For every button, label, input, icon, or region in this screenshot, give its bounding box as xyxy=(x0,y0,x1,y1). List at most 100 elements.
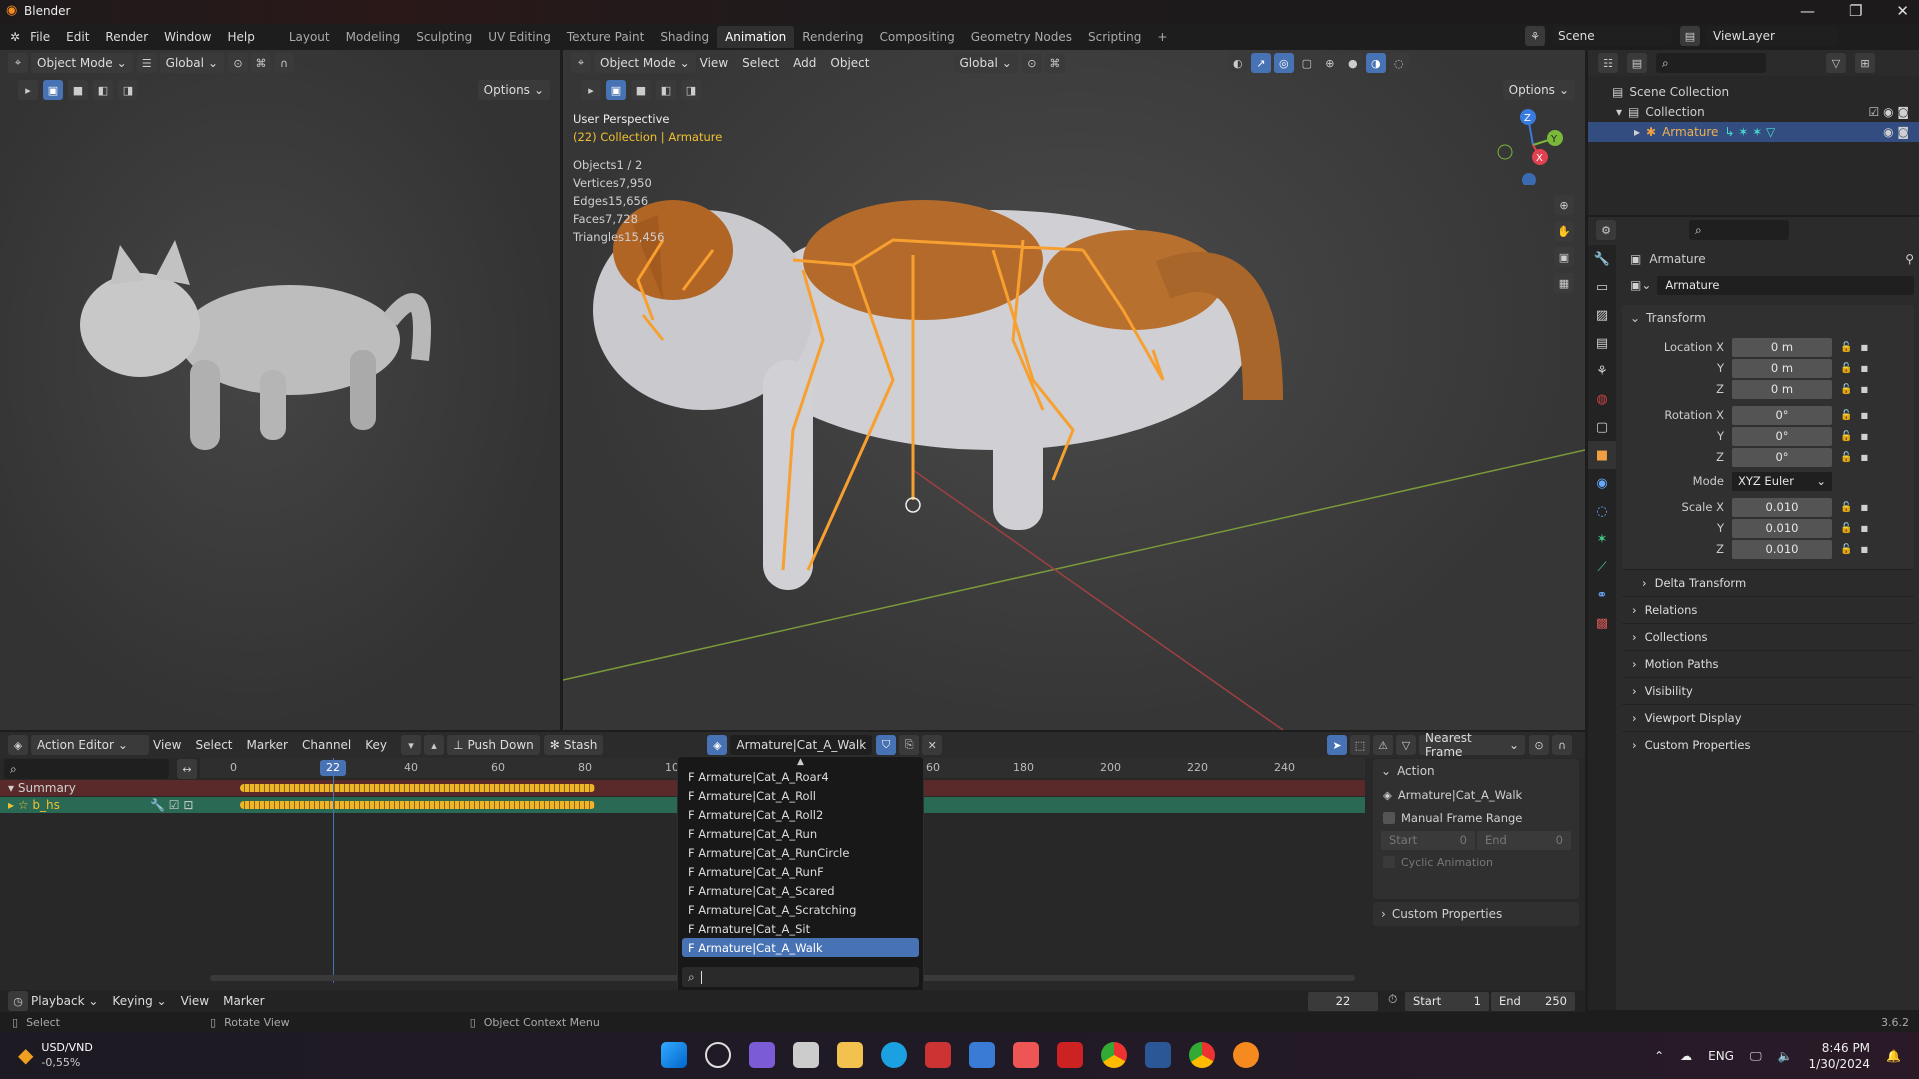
clock[interactable]: 8:46 PM 1/30/2024 xyxy=(1809,1040,1871,1072)
select-invert-icon[interactable]: ◨ xyxy=(118,80,138,100)
channel-keyframes[interactable] xyxy=(240,801,595,809)
lock-icon[interactable]: 🔓 xyxy=(1840,384,1852,395)
main-viewport[interactable]: ⌖ Object Mode ⌄ View Select Add Object Glob… xyxy=(563,50,1585,730)
rotation-field[interactable]: 0° xyxy=(1732,405,1832,425)
section-motion-paths[interactable]: › Motion Paths xyxy=(1622,650,1914,677)
action-option[interactable]: F Armature|Cat_A_Roar4 xyxy=(682,767,919,786)
maximize-button[interactable]: ❐ xyxy=(1849,2,1862,20)
pivot-icon[interactable]: ⊙ xyxy=(228,53,248,73)
keyframe-dot-icon[interactable]: ■ xyxy=(1860,503,1868,512)
editor-type-icon[interactable]: ⚙ xyxy=(1596,220,1616,240)
bone-tab-icon[interactable]: ⟋ xyxy=(1588,553,1616,581)
start-frame-field[interactable]: Start 1 xyxy=(1405,991,1489,1011)
fake-user-icon[interactable]: ⛉ xyxy=(876,735,897,755)
section-collections[interactable]: › Collections xyxy=(1622,623,1914,650)
scale-field[interactable]: 0.010 xyxy=(1732,539,1832,559)
menu-select[interactable]: Select xyxy=(195,738,232,752)
physics-tab-icon[interactable]: ◌ xyxy=(1588,497,1616,525)
action-option[interactable]: F Armature|Cat_A_RunCircle xyxy=(682,843,919,862)
left-viewport[interactable]: ⌖ Object Mode ⌄ ☰ Global ⌄ ⊙ ⌘ ∩ Options ⌄… xyxy=(0,50,560,730)
editor-type-icon[interactable]: ◷ xyxy=(8,991,28,1011)
object-tab-icon[interactable]: ■ xyxy=(1588,441,1616,469)
layer-down-icon[interactable]: ▾ xyxy=(401,735,422,755)
rendered-shading-icon[interactable]: ◌ xyxy=(1388,53,1409,73)
menu-marker[interactable]: Marker xyxy=(247,738,288,752)
visibility-controls[interactable]: ◉ ◙ xyxy=(1883,125,1909,139)
mode-selector[interactable]: Object Mode ⌄ xyxy=(31,53,133,73)
menu-add[interactable]: Add xyxy=(793,56,816,70)
current-frame-marker[interactable]: 22 xyxy=(320,760,346,776)
expand-icon[interactable]: ▾ xyxy=(1616,105,1622,119)
network-icon[interactable]: 🖵 xyxy=(1750,1049,1762,1064)
select-box-icon[interactable]: ▣ xyxy=(43,80,63,100)
onedrive-icon[interactable]: ☁ xyxy=(1680,1049,1692,1063)
store-icon[interactable] xyxy=(969,1042,995,1068)
tray-chevron-icon[interactable]: ⌃ xyxy=(1654,1049,1664,1063)
scene-icon[interactable]: ⚘ xyxy=(1525,26,1545,46)
end-frame-field[interactable]: End 250 xyxy=(1491,991,1575,1011)
add-workspace-button[interactable]: + xyxy=(1149,26,1175,48)
select-extend-icon[interactable]: ■ xyxy=(631,80,651,100)
keyframe-dot-icon[interactable]: ■ xyxy=(1860,453,1868,462)
editor-type-icon[interactable]: ◈ xyxy=(8,735,28,755)
channel-search-input[interactable]: ⌕ xyxy=(4,759,169,779)
blender-menu-icon[interactable]: ✲ xyxy=(10,30,20,44)
lock-icon[interactable]: 🔓 xyxy=(1840,452,1852,463)
options-button[interactable]: Options ⌄ xyxy=(1502,80,1575,100)
proportional-icon[interactable]: ⊙ xyxy=(1529,735,1549,755)
menu-file[interactable]: File xyxy=(30,30,50,44)
copilot-icon[interactable] xyxy=(749,1042,775,1068)
keyframe-dot-icon[interactable]: ■ xyxy=(1860,411,1868,420)
select-invert-icon[interactable]: ◨ xyxy=(681,80,701,100)
properties-search-input[interactable]: ⌕ xyxy=(1689,220,1789,240)
menu-marker[interactable]: Marker xyxy=(223,994,264,1008)
edge-icon[interactable] xyxy=(881,1042,907,1068)
snap-mode-selector[interactable]: Nearest Frame ⌄ xyxy=(1419,731,1525,759)
unlink-action-icon[interactable]: ✕ xyxy=(922,735,943,755)
pin-icon[interactable]: ⚲ xyxy=(1905,252,1914,266)
task-view-icon[interactable] xyxy=(793,1042,819,1068)
outliner-search-input[interactable]: ⌕ xyxy=(1656,53,1766,73)
chrome-profile-icon[interactable] xyxy=(1189,1042,1215,1068)
menu-select[interactable]: Select xyxy=(742,56,779,70)
app-icon[interactable] xyxy=(1057,1042,1083,1068)
summary-keyframes[interactable] xyxy=(240,784,595,792)
language-indicator[interactable]: ENG xyxy=(1708,1049,1734,1063)
snap-icon[interactable]: ⌘ xyxy=(251,53,271,73)
menu-channel[interactable]: Channel xyxy=(302,738,351,752)
world-tab-icon[interactable]: ◍ xyxy=(1588,385,1616,413)
visibility-controls[interactable]: ☑ ◉ ◙ xyxy=(1869,105,1910,119)
current-frame-field[interactable]: 22 xyxy=(1308,991,1378,1011)
editor-type-icon[interactable]: ⌖ xyxy=(571,53,591,73)
solid-shading-icon[interactable]: ● xyxy=(1342,53,1363,73)
rotation-mode-dropdown[interactable]: XYZ Euler ⌄ xyxy=(1732,471,1832,491)
outliner-armature[interactable]: ▸ ✱ Armature ↳ ✶ ✶ ▽ ◉ ◙ xyxy=(1588,122,1919,142)
volume-icon[interactable]: 🔈 xyxy=(1778,1049,1793,1063)
action-option[interactable]: F Armature|Cat_A_Sit xyxy=(682,919,919,938)
menu-object[interactable]: Object xyxy=(830,56,869,70)
data-tab-icon[interactable]: ✶ xyxy=(1588,525,1616,553)
scene-tab-icon[interactable]: ⚘ xyxy=(1588,357,1616,385)
object-datablock-icon[interactable]: ▣⌄ xyxy=(1630,278,1651,292)
rotation-field[interactable]: 0° xyxy=(1732,426,1832,446)
manual-frame-range-checkbox[interactable]: Manual Frame Range xyxy=(1373,807,1579,829)
scale-field[interactable]: 0.010 xyxy=(1732,497,1832,517)
lock-icon[interactable]: 🔓 xyxy=(1840,502,1852,513)
overlay-icon[interactable]: ◎ xyxy=(1273,53,1294,73)
options-button[interactable]: Options ⌄ xyxy=(477,80,550,100)
stock-widget[interactable]: ◆ USD/VND -0,55% xyxy=(18,1040,93,1070)
channel-controls[interactable]: 🔧 ☑ ⊡ xyxy=(150,798,193,812)
zoom-icon[interactable]: ⊕ xyxy=(1554,195,1574,215)
visibility-icon[interactable]: ◐ xyxy=(1227,53,1248,73)
lock-icon[interactable]: 🔓 xyxy=(1840,363,1852,374)
action-name-field[interactable]: Armature|Cat_A_Walk xyxy=(730,735,873,755)
location-field[interactable]: 0 m xyxy=(1732,337,1832,357)
proportional-icon[interactable]: ∩ xyxy=(274,53,294,73)
lock-icon[interactable]: 🔓 xyxy=(1840,544,1852,555)
tab-compositing[interactable]: Compositing xyxy=(872,26,963,48)
falloff-icon[interactable]: ∩ xyxy=(1552,735,1572,755)
tab-uv-editing[interactable]: UV Editing xyxy=(480,26,559,48)
action-option[interactable]: F Armature|Cat_A_Scratching xyxy=(682,900,919,919)
word-icon[interactable] xyxy=(1145,1042,1171,1068)
action-option[interactable]: F Armature|Cat_A_RunF xyxy=(682,862,919,881)
